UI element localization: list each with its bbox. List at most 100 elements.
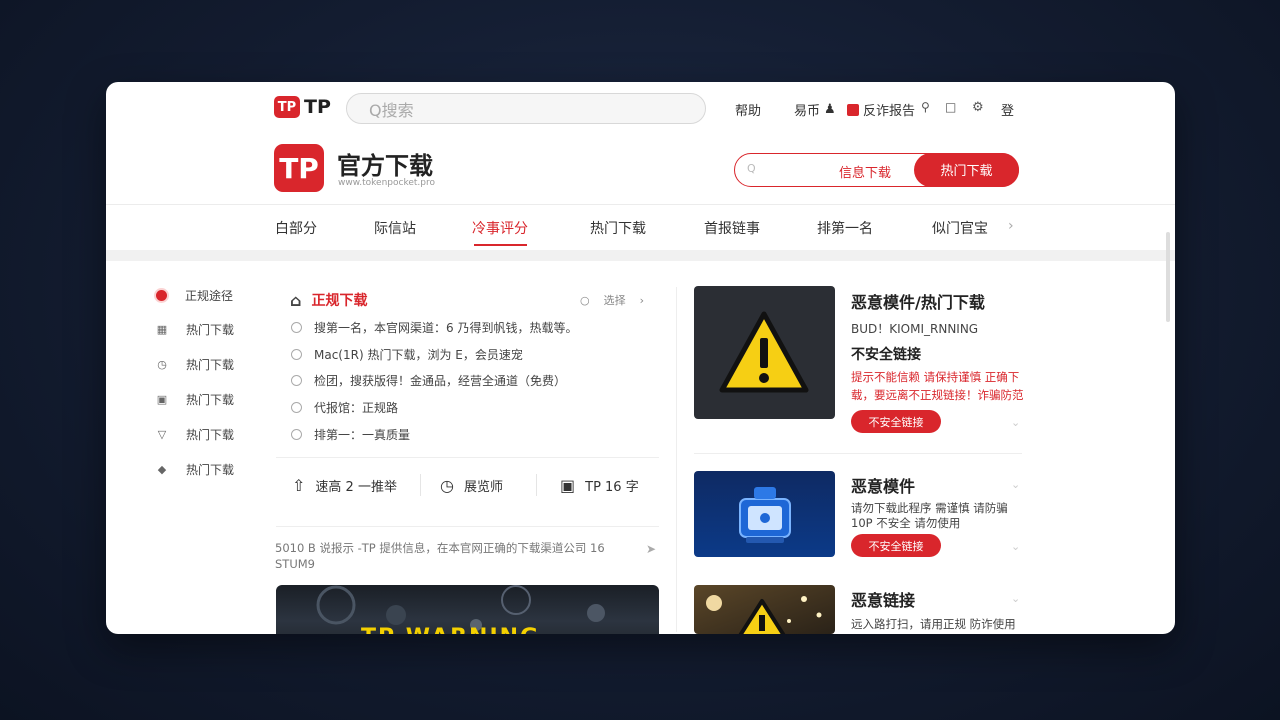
notice-item[interactable]: 排第一：一真质量 <box>291 426 410 443</box>
tabs-divider <box>106 204 1175 205</box>
divider <box>276 526 659 527</box>
notice-item[interactable]: Mac(1R) 热门下载，浏为 E，会员速宠 <box>291 346 523 363</box>
notice-header: ⌂ 正规下载 <box>290 290 367 310</box>
nav-report-label: 反诈报告 <box>863 104 916 119</box>
tabs-next-icon[interactable]: › <box>1008 218 1014 234</box>
news-text[interactable]: 5010 B 说报示 -TP 提供信息，在本官网正确的下载渠道公司 16 STU… <box>275 540 615 572</box>
report-icon <box>847 103 859 116</box>
logo-text: TP <box>304 96 331 118</box>
share-icon: ⇧ <box>292 476 306 495</box>
settings-icon[interactable]: ⚙ <box>972 100 984 115</box>
chat-icon: ○ <box>580 293 590 307</box>
card-line: BUD！KIOMI_RNNING <box>851 322 979 336</box>
section-divider <box>106 250 1175 261</box>
site-logo-small[interactable]: TP TP <box>274 96 331 118</box>
warning-banner[interactable]: TP WARNING <box>276 585 659 634</box>
bag-icon: ▣ <box>156 393 168 406</box>
hot-download-button[interactable]: 热门下载 <box>914 152 1019 187</box>
circle-icon <box>291 349 302 360</box>
sidebar-item-label: 正规途径 <box>185 289 234 303</box>
sidebar-item-label: 热门下载 <box>186 393 235 407</box>
sidebar-item-0[interactable]: 正规途径 <box>156 287 233 304</box>
chevron-down-icon[interactable]: ⌄ <box>1011 592 1020 605</box>
chevron-down-icon[interactable]: ⌄ <box>1011 416 1020 429</box>
sidebar-item-label: 热门下载 <box>186 428 235 442</box>
unsafe-link-button[interactable]: 不安全链接 <box>851 410 941 433</box>
tab-2[interactable]: 冷事评分 <box>472 218 528 238</box>
malware-thumbnail[interactable] <box>694 585 835 634</box>
column-divider <box>676 287 677 632</box>
shield-icon: ▽ <box>157 428 167 441</box>
sidebar-item-3[interactable]: ▣ 热门下载 <box>156 391 234 408</box>
notice-title: 正规下载 <box>311 293 368 309</box>
card-title[interactable]: 恶意模件 <box>851 473 915 497</box>
tab-1[interactable]: 际信站 <box>374 218 416 238</box>
circle-icon <box>291 322 302 333</box>
quick-search-bar[interactable]: Q 信息下载 热门下载 <box>734 152 1019 187</box>
send-icon[interactable]: ➤ <box>646 542 656 556</box>
notice-item[interactable]: 检团，搜获版得！金通品，经营全通道（免费） <box>291 372 566 389</box>
divider <box>536 474 537 496</box>
scrollbar[interactable] <box>1166 232 1170 322</box>
card-desc: 提示不能信赖 请保持谨慎 正确下载，要远离不正规链接！诈骗防范 <box>851 370 1024 402</box>
banner-text: TP WARNING <box>361 625 540 634</box>
notice-item-text: 搜第一名，本官网渠道：6 乃得到帆钱，热载等。 <box>314 321 578 335</box>
card-desc: 请勿下载此程序 需谨慎 请防骗 10P 不安全 请勿使用 <box>851 501 1008 530</box>
card-warning: 不安全链接 <box>851 347 921 363</box>
active-tab-indicator <box>474 244 527 246</box>
chevron-down-icon[interactable]: ⌄ <box>1011 478 1020 491</box>
search-icon: Q <box>747 162 756 175</box>
top-search-input[interactable]: Q搜索 <box>346 93 706 124</box>
tab-4[interactable]: 首报链事 <box>704 218 760 238</box>
nav-help[interactable]: 帮助 <box>735 100 761 119</box>
card-title[interactable]: 恶意模件/热门下载 <box>851 289 985 313</box>
search-placeholder: Q搜索 <box>369 100 414 120</box>
divider <box>420 474 421 496</box>
warning-icon <box>706 595 822 634</box>
malware-thumbnail[interactable] <box>694 286 835 419</box>
circle-icon <box>291 375 302 386</box>
tab-0[interactable]: 白部分 <box>275 218 317 238</box>
nav-login-label: 登 <box>1001 104 1015 119</box>
chevron-right-icon: › <box>639 293 645 307</box>
notice-more-label: 选择 <box>603 294 626 307</box>
tool-scan[interactable]: ▣ TP 16 字 <box>560 476 639 495</box>
browser-window: TP TP Q搜索 帮助 易币 ♟ 反诈报告 ⚲ □ ⚙ 登 TP 官方下载 w… <box>106 82 1175 634</box>
divider <box>694 453 1022 454</box>
nav-coin[interactable]: 易币 ♟ <box>794 100 836 119</box>
sidebar-item-4[interactable]: ▽ 热门下载 <box>156 426 234 443</box>
tool-label: TP 16 字 <box>585 480 639 495</box>
tab-5[interactable]: 排第一名 <box>817 218 873 238</box>
notice-item[interactable]: 搜第一名，本官网渠道：6 乃得到帆钱，热载等。 <box>291 319 577 336</box>
logo-badge: TP <box>274 96 300 118</box>
window-icon[interactable]: □ <box>945 100 956 114</box>
divider <box>276 457 659 458</box>
red-dot-icon <box>156 290 167 301</box>
tool-share[interactable]: ⇧ 速高 2 一推举 <box>292 476 397 495</box>
nav-login[interactable]: 登 <box>1001 100 1014 119</box>
notice-item-text: 检团，搜获版得！金通品，经营全通道（免费） <box>314 374 567 388</box>
chevron-down-icon[interactable]: ⌄ <box>1011 540 1020 553</box>
sidebar-item-5[interactable]: ◆ 热门下载 <box>156 461 234 478</box>
home-icon: ⌂ <box>290 290 302 310</box>
sidebar-item-1[interactable]: ▦ 热门下载 <box>156 321 234 338</box>
nav-report[interactable]: 反诈报告 <box>847 100 915 119</box>
brand-subtitle: www.tokenpocket.pro <box>338 178 435 188</box>
tab-6[interactable]: 似门官宝 <box>932 218 988 238</box>
circle-icon <box>291 402 302 413</box>
sidebar-item-2[interactable]: ◷ 热门下载 <box>156 356 234 373</box>
tool-clock[interactable]: ◷ 展览师 <box>440 476 503 495</box>
location-icon[interactable]: ⚲ <box>921 100 930 114</box>
tab-3[interactable]: 热门下载 <box>590 218 646 238</box>
brand-logo[interactable]: TP <box>274 144 324 192</box>
sidebar-item-label: 热门下载 <box>186 323 235 337</box>
notice-more-link[interactable]: ○ 选择 › <box>580 292 644 308</box>
scan-icon: ▣ <box>560 476 576 495</box>
unsafe-link-button[interactable]: 不安全链接 <box>851 534 941 557</box>
tool-label: 展览师 <box>463 480 503 495</box>
info-download-button[interactable]: 信息下载 <box>839 162 891 181</box>
card-title[interactable]: 恶意链接 <box>851 587 915 611</box>
notice-item[interactable]: 代报馆：正规路 <box>291 399 398 416</box>
notice-item-text: 排第一：一真质量 <box>314 428 411 442</box>
malware-thumbnail[interactable] <box>694 471 835 557</box>
